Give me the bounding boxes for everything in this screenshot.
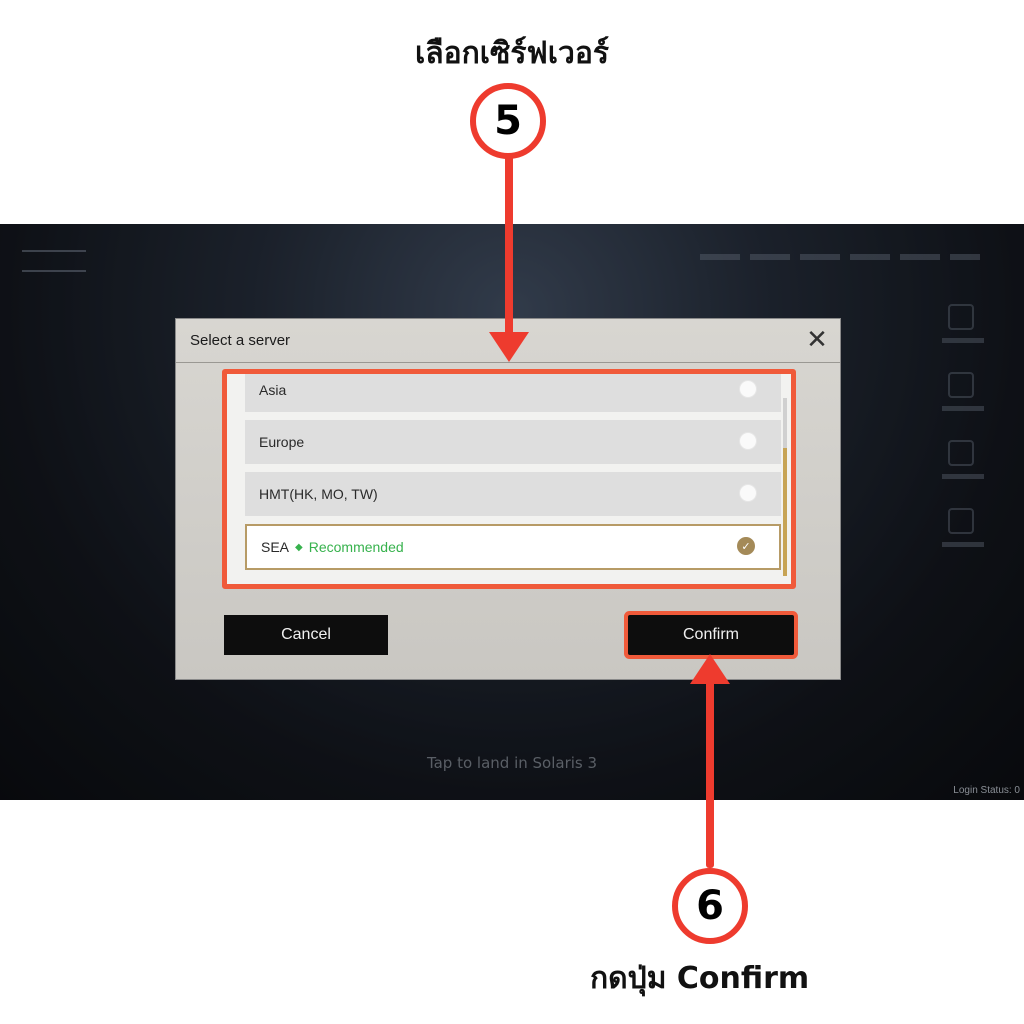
arrow-down-head xyxy=(489,332,529,362)
notice-icon[interactable] xyxy=(942,372,984,411)
server-name: HMT(HK, MO, TW) xyxy=(259,486,378,502)
diamond-icon: ◆ xyxy=(295,541,303,553)
step-5-caption: เลือกเซิร์ฟเวอร์ xyxy=(414,36,610,71)
step-6-badge: 6 xyxy=(672,868,748,944)
account-icon[interactable] xyxy=(942,508,984,547)
step-6-caption: กดปุ่ม Confirm xyxy=(590,961,810,996)
tap-to-start-text[interactable]: Tap to land in Solaris 3 xyxy=(0,754,1024,772)
tools-icon[interactable] xyxy=(942,440,984,479)
server-list: Asia Europe HMT(HK, MO, TW) SEA ◆ Recomm… xyxy=(222,369,796,589)
confirm-button[interactable]: Confirm xyxy=(628,615,794,655)
radio-icon[interactable] xyxy=(739,432,757,450)
dialog-title: Select a server xyxy=(190,332,291,349)
server-name: Europe xyxy=(259,434,305,450)
top-menu xyxy=(700,254,980,260)
server-select-dialog: Select a server ✕ Asia Europe HMT(HK, MO… xyxy=(175,318,841,680)
server-option-europe[interactable]: Europe xyxy=(245,420,781,464)
radio-icon[interactable] xyxy=(739,380,757,398)
server-option-sea[interactable]: SEA ◆ Recommended ✓ xyxy=(245,524,781,570)
arrow-up-line xyxy=(706,668,714,868)
cancel-button[interactable]: Cancel xyxy=(224,615,388,655)
arrow-down-line xyxy=(505,156,513,346)
game-logo xyxy=(22,250,86,272)
check-icon[interactable]: ✓ xyxy=(737,537,755,555)
radio-icon[interactable] xyxy=(739,484,757,502)
exit-icon[interactable] xyxy=(942,304,984,343)
server-name: SEA xyxy=(261,539,290,555)
server-option-hmt[interactable]: HMT(HK, MO, TW) xyxy=(245,472,781,516)
scrollbar-thumb[interactable] xyxy=(783,448,787,576)
step-5-badge: 5 xyxy=(470,83,546,159)
recommended-badge: Recommended xyxy=(308,539,404,555)
close-icon[interactable]: ✕ xyxy=(804,327,830,353)
login-status: Login Status: 0 xyxy=(953,785,1020,796)
scrollbar[interactable] xyxy=(783,398,787,576)
server-name: Asia xyxy=(259,382,287,398)
server-option-asia[interactable]: Asia xyxy=(245,374,781,412)
